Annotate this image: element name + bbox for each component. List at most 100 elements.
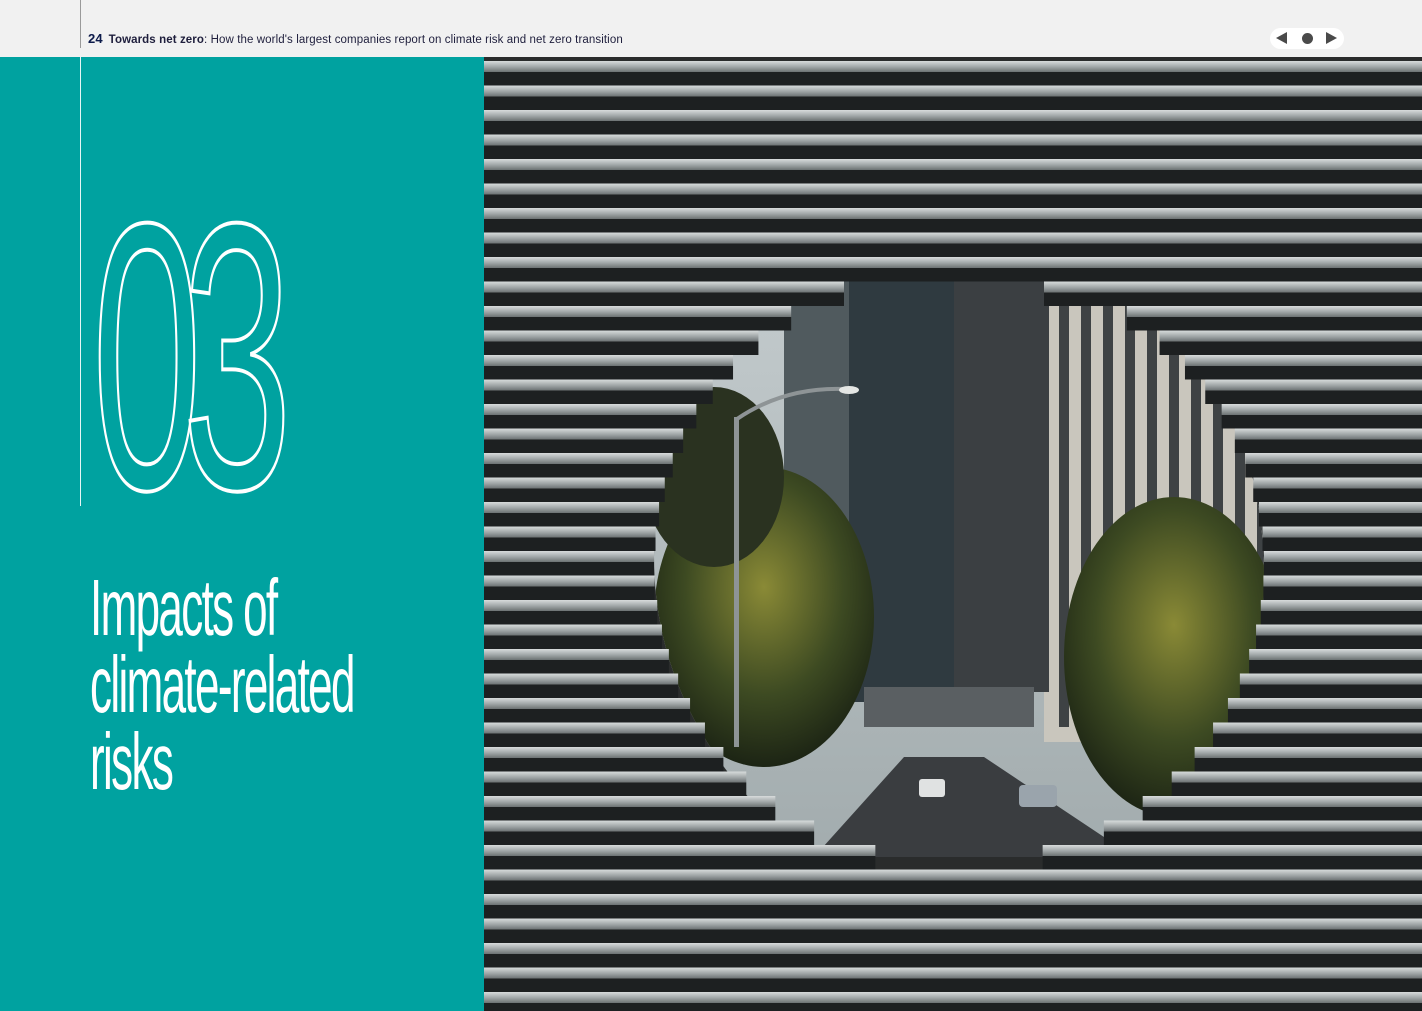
slat-gap: [1245, 464, 1422, 478]
slat-gap: [1227, 709, 1422, 723]
slat: [484, 624, 662, 636]
slat-gap: [1260, 611, 1422, 625]
slat-gap: [1042, 856, 1422, 870]
slat-gap: [484, 268, 1422, 282]
triangle-left-icon: [1276, 32, 1287, 44]
slat-gap: [1263, 562, 1422, 576]
slat: [1227, 698, 1422, 709]
slat-gap: [1256, 635, 1422, 649]
slat: [484, 477, 665, 489]
slat: [1239, 673, 1422, 685]
slat: [484, 330, 759, 342]
chapter-title-line: climate-related: [90, 640, 355, 729]
city-through-slats-image: [484, 61, 1422, 1011]
slat: [484, 355, 734, 366]
slat: [484, 61, 1422, 72]
slat-gap: [484, 1003, 1422, 1011]
slat: [484, 918, 1422, 930]
previous-page-button[interactable]: [1272, 28, 1294, 49]
slat-gap: [484, 488, 665, 502]
slat-gap: [484, 660, 669, 674]
slat-gap: [484, 194, 1422, 208]
page-header: 24 Towards net zero: How the world's larg…: [0, 0, 1422, 57]
slat-gap: [1184, 366, 1422, 380]
slat: [484, 428, 684, 440]
slat: [484, 281, 844, 293]
slat: [1249, 649, 1422, 660]
running-head: 24 Towards net zero: How the world's larg…: [88, 31, 623, 46]
slat: [484, 600, 658, 611]
document-title: Towards net zero: [108, 34, 204, 46]
slat: [484, 796, 776, 807]
slat-gap: [1239, 684, 1422, 698]
slat: [484, 453, 673, 464]
chapter-panel: 03 Impacts of climate-related risks: [0, 57, 484, 1011]
slat: [1103, 820, 1422, 832]
slat-gap: [484, 464, 673, 478]
slat: [1159, 330, 1422, 342]
slat: [484, 134, 1422, 146]
slat: [484, 869, 1422, 881]
slat: [1044, 281, 1422, 293]
slat: [1256, 624, 1422, 636]
slat-gap: [484, 586, 655, 600]
chapter-title-line: Impacts of: [90, 563, 278, 652]
slat: [484, 526, 656, 538]
slat-gap: [1171, 782, 1422, 796]
slat: [1258, 502, 1422, 513]
slat: [484, 820, 815, 832]
slat: [1042, 845, 1422, 856]
slat: [484, 551, 655, 562]
slat: [1263, 551, 1422, 562]
slat-gap: [484, 513, 660, 527]
contents-button[interactable]: [1296, 28, 1318, 49]
next-page-button[interactable]: [1320, 28, 1342, 49]
slat-gap: [484, 905, 1422, 919]
slat: [484, 992, 1422, 1003]
slat: [484, 208, 1422, 219]
slat-gap: [484, 366, 734, 380]
slat: [484, 967, 1422, 979]
slat: [484, 575, 655, 587]
slat-gap: [484, 170, 1422, 184]
slat-gap: [484, 758, 724, 772]
slat-gap: [1262, 537, 1422, 551]
slat-gap: [1213, 733, 1422, 747]
slat-gap: [1258, 513, 1422, 527]
slat-gap: [484, 537, 656, 551]
slat: [1205, 379, 1422, 391]
slat-gap: [484, 635, 662, 649]
slat: [484, 232, 1422, 244]
slat: [484, 771, 747, 783]
slat-gap: [484, 709, 691, 723]
slat: [1263, 575, 1422, 587]
slat-gap: [484, 96, 1422, 110]
slat-gap: [484, 929, 1422, 943]
slat: [1126, 306, 1422, 317]
slat: [484, 673, 679, 685]
cover-photo: [484, 57, 1422, 1011]
slat-gap: [1205, 390, 1422, 404]
slat-gap: [484, 831, 815, 845]
slat-gap: [484, 807, 776, 821]
slat: [1142, 796, 1422, 807]
slat-gap: [1103, 831, 1422, 845]
slat-gap: [484, 978, 1422, 992]
header-divider: [80, 0, 81, 48]
slat: [484, 159, 1422, 170]
page-number: 24: [88, 31, 103, 46]
slat-gap: [484, 782, 747, 796]
slat: [1184, 355, 1422, 366]
slat: [1221, 404, 1422, 415]
slat: [1245, 453, 1422, 464]
chapter-title: Impacts of climate-related risks: [90, 563, 475, 802]
dot-icon: [1302, 33, 1313, 44]
slat-gap: [484, 390, 713, 404]
slat-gap: [1142, 807, 1422, 821]
document-subtitle: : How the world's largest companies repo…: [204, 34, 623, 46]
slat: [1262, 526, 1422, 538]
slat-gap: [1234, 439, 1422, 453]
slat-gap: [484, 243, 1422, 257]
slat-gap: [484, 72, 1422, 86]
slat-gap: [484, 415, 697, 429]
